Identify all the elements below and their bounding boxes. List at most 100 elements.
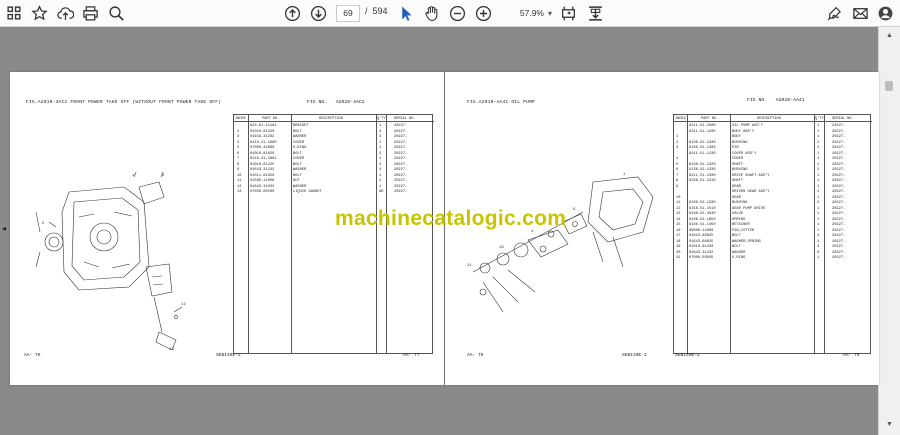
figure-number-value: A2010-4AC2 [335, 100, 365, 105]
scroll-down-icon[interactable]: ▼ [886, 421, 893, 428]
table-row: 10 GEAR 1 20227- [674, 196, 870, 201]
cell-qty: 1 [817, 195, 820, 200]
zoom-out-icon[interactable] [448, 4, 467, 23]
cell-index: 2 [676, 140, 679, 145]
cell-serial-no: 20227- [394, 129, 408, 134]
cell-part-no: 6211-51-1130 [689, 151, 716, 156]
table-row: 13 6136-52-1640 VALVE 1 20227- [674, 212, 870, 217]
next-page-icon[interactable] [309, 4, 328, 23]
figure-title: FIG.A2010-AA41 OIL PUMP [467, 100, 536, 105]
previous-page-icon[interactable] [283, 4, 302, 23]
print-icon[interactable] [81, 4, 100, 23]
cell-serial-no: 20227- [394, 190, 408, 194]
table-row: 11 6136-52-1330 BUSHING 2 20227- [674, 201, 870, 206]
cell-qty: 1 [817, 212, 820, 216]
scroll-mode-icon[interactable] [586, 4, 605, 23]
cell-index: 17 [676, 234, 681, 238]
parts-table: INDEX PART NO. DESCRIPTION Q'TY SERIAL N… [673, 114, 872, 354]
cell-description: VALVE [732, 212, 744, 216]
cell-index: 16 [676, 228, 681, 233]
page-footer-right: AA- 77 [403, 353, 420, 358]
cell-description: BRACKET [293, 124, 309, 128]
cell-qty: 1 [817, 206, 820, 211]
cell-serial-no: 20227- [832, 146, 846, 150]
page-number-input[interactable]: 69 [336, 5, 360, 22]
view-thumbnails-icon[interactable] [5, 4, 24, 23]
page-separator: / [365, 6, 368, 16]
fit-page-icon[interactable] [559, 4, 578, 23]
cell-index: 3 [237, 135, 240, 139]
cell-part-no: 01643-31232 [250, 135, 275, 139]
cell-qty: 1 [817, 173, 820, 178]
page-count: / 594 [365, 6, 388, 16]
account-icon[interactable] [876, 4, 895, 23]
cell-qty: 1 [817, 124, 820, 128]
cell-part-no: 07850-00100 [250, 190, 275, 194]
cell-part-no: 6136-52-1330 [689, 168, 716, 172]
table-row: 19 01010-81230 BOLT 3 20227- [674, 245, 870, 250]
parts-exploded-diagram: 2118491 [467, 173, 654, 313]
cell-qty: 1 [817, 190, 820, 194]
cell-serial-no: 20227- [832, 245, 846, 249]
svg-text:12: 12 [181, 303, 186, 307]
cell-serial-no: 20227- [832, 206, 846, 211]
cell-part-no: 01010-80825 [689, 234, 714, 238]
zoom-in-icon[interactable] [474, 4, 493, 23]
header-part-no: PART NO. [262, 116, 280, 121]
bookmark-star-icon[interactable] [30, 4, 49, 23]
cell-part-no: 07000-42090 [250, 146, 275, 150]
table-row: 14 6136-52-1650 SPRING 1 20227- [674, 218, 870, 223]
page-footer-code-2: SEBI40E-2 [675, 353, 700, 358]
cell-description: WASHER [293, 135, 307, 139]
cell-serial-no: 20227- [394, 168, 408, 172]
search-zoom-icon[interactable] [107, 4, 126, 23]
table-row: 2 01010-81220 BOLT 3 20227- [234, 130, 432, 135]
cell-part-no: 6211-51-1000 [689, 124, 716, 128]
cell-index: 18 [676, 239, 681, 244]
cell-description: BODY ASS'Y [732, 129, 755, 134]
viewer-toolbar: 69 / 594 57.9% ▾ [0, 0, 900, 27]
prev-page-arrow-icon[interactable]: ◂ [2, 224, 6, 233]
header-serial-no: SERIAL NO. [832, 116, 854, 121]
svg-text:2: 2 [162, 174, 165, 178]
page-footer-code: SEBI40E-2 [216, 353, 241, 358]
cell-qty: 2 [817, 140, 820, 145]
zoom-level-select[interactable]: 57.9% [504, 5, 544, 22]
select-cursor-icon[interactable] [397, 4, 416, 23]
cell-qty: 4 [817, 234, 820, 238]
vertical-scrollbar[interactable]: ▲ ▼ [878, 27, 900, 435]
cell-description: COVER [293, 157, 305, 161]
cell-serial-no: 20227- [394, 140, 408, 145]
cell-description: BOLT [293, 151, 302, 156]
cell-serial-no: 20227- [832, 256, 846, 260]
parts-table-header: INDEX PART NO. DESCRIPTION Q'TY SERIAL N… [674, 115, 872, 122]
table-row: 10 01011-81020 BOLT 1 20227- [234, 174, 432, 179]
cell-index: 5 [676, 162, 679, 167]
mail-icon[interactable] [851, 4, 870, 23]
edit-sign-icon[interactable] [825, 4, 844, 23]
cell-description: BOLT [293, 162, 302, 167]
cell-part-no: 6140-51-1450 [689, 223, 716, 227]
scrollbar-thumb[interactable] [885, 81, 893, 91]
cell-description: BOLT [732, 245, 741, 249]
table-row: 2 6136-52-1330 BUSHING 2 20227- [674, 141, 870, 146]
figure-number-value: A2010-AA41 [775, 98, 805, 103]
cell-serial-no: 20227- [394, 162, 408, 167]
cell-part-no: 01010-81230 [689, 245, 714, 249]
scroll-up-icon[interactable]: ▲ [886, 32, 893, 39]
cell-description: WASHER,SPRING [732, 239, 761, 244]
cell-index: 19 [676, 245, 681, 249]
cell-qty: 1 [817, 256, 820, 260]
header-description: DESCRIPTION [757, 116, 781, 121]
cell-qty: 3 [379, 135, 382, 139]
table-row: 9 GEAR 1 20227- [674, 185, 870, 190]
chevron-down-icon[interactable]: ▾ [548, 5, 558, 22]
cell-index: 13 [676, 212, 681, 216]
upload-cloud-icon[interactable] [56, 4, 75, 23]
table-row: 20 01643-31232 WASHER 3 20227- [674, 251, 870, 256]
figure-number: FIG NO. A2010-4AC2 [307, 100, 365, 105]
cell-serial-no: 20227- [832, 195, 846, 200]
table-row: 1 BODY 1 20227- [674, 135, 870, 140]
cell-index: 6 [237, 151, 240, 156]
hand-tool-icon[interactable] [422, 4, 441, 23]
